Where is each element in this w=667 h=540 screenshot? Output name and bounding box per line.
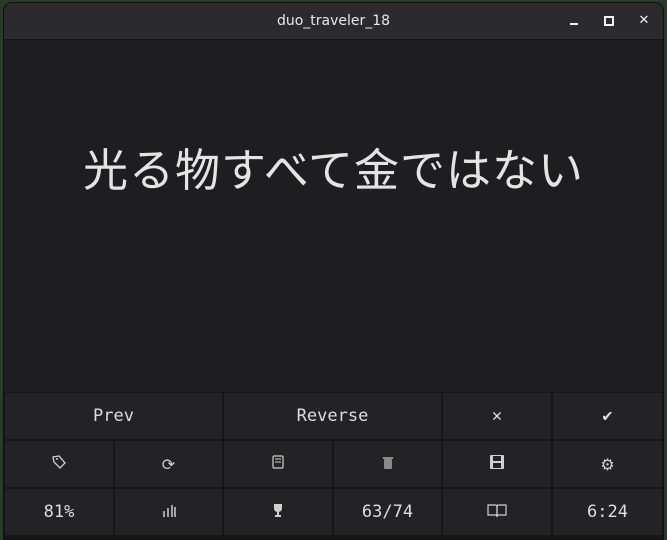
tag-button[interactable] bbox=[5, 441, 113, 487]
maximize-icon[interactable] bbox=[599, 11, 619, 31]
timer-readout: 6:24 bbox=[553, 489, 662, 535]
control-panel: Prev Reverse ✕ ✔ ⟳ ⚙ 81% 63/74 6:24 bbox=[4, 392, 663, 540]
book-button[interactable] bbox=[443, 489, 551, 535]
book-icon bbox=[487, 502, 507, 522]
save-button[interactable] bbox=[443, 441, 551, 487]
status-row: 81% 63/74 6:24 bbox=[4, 488, 663, 536]
redo-button[interactable]: ⟳ bbox=[115, 441, 222, 487]
save-icon bbox=[489, 454, 505, 474]
progress-readout: 63/74 bbox=[334, 489, 441, 535]
stats-button[interactable] bbox=[115, 489, 222, 535]
tool-row: ⟳ ⚙ bbox=[4, 440, 663, 488]
answer-row: Prev Reverse ✕ ✔ bbox=[4, 392, 663, 440]
flashcard-text: 光る物すべて金ではない bbox=[82, 143, 585, 197]
redo-icon: ⟳ bbox=[161, 454, 176, 474]
trash-icon bbox=[382, 455, 394, 474]
stats-chart-icon bbox=[161, 502, 177, 522]
trophy-icon bbox=[270, 502, 286, 522]
reverse-button[interactable]: Reverse bbox=[224, 393, 441, 439]
correct-button[interactable]: ✔ bbox=[553, 393, 662, 439]
gear-icon: ⚙ bbox=[600, 454, 615, 474]
accuracy-readout: 81% bbox=[5, 489, 113, 535]
trophy-button[interactable] bbox=[224, 489, 332, 535]
prev-button[interactable]: Prev bbox=[5, 393, 222, 439]
flashcard: 光る物すべて金ではない bbox=[4, 40, 663, 392]
app-window: duo_traveler_18 ✕ 光る物すべて金ではない Prev Rever… bbox=[4, 3, 663, 540]
close-icon[interactable]: ✕ bbox=[634, 11, 654, 31]
minimize-icon[interactable] bbox=[564, 11, 584, 31]
settings-button[interactable]: ⚙ bbox=[553, 441, 662, 487]
wrong-button[interactable]: ✕ bbox=[443, 393, 551, 439]
delete-button[interactable] bbox=[334, 441, 441, 487]
title-bar[interactable]: duo_traveler_18 ✕ bbox=[4, 3, 663, 40]
tag-icon bbox=[51, 454, 67, 474]
scroll-button[interactable] bbox=[224, 441, 332, 487]
scroll-icon bbox=[270, 454, 286, 474]
